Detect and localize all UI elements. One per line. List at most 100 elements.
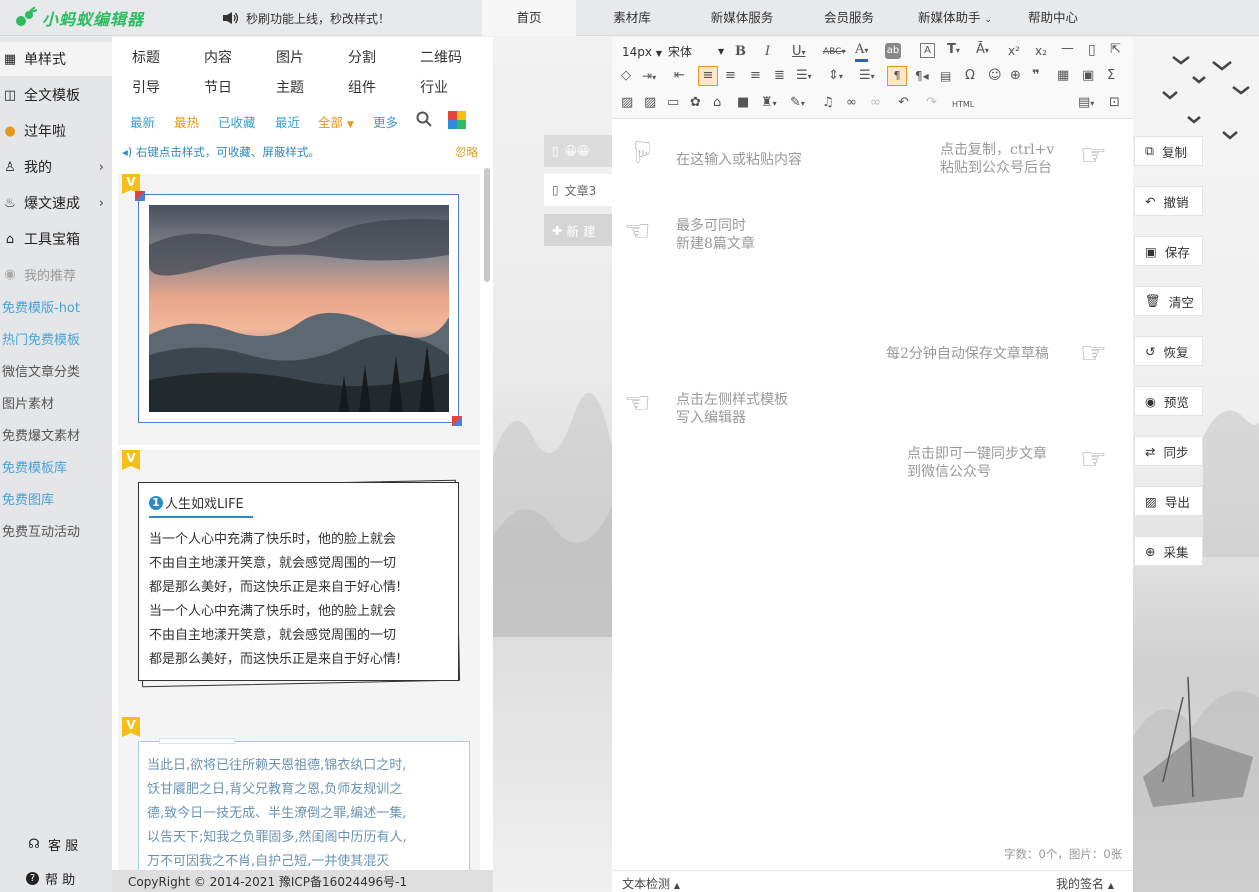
find-icon[interactable]: ⊕ (1010, 68, 1021, 84)
paragraph-spacing-icon[interactable]: ☰▾ (859, 68, 875, 85)
sidebar-item-single-style[interactable]: ▦ 单样式 (0, 42, 112, 76)
paste-icon[interactable]: ▣ (1082, 68, 1094, 84)
filter-hottest[interactable]: 最热 (174, 112, 199, 131)
nav-tab-materials[interactable]: 素材库 (576, 0, 688, 36)
strikethrough-icon[interactable]: ABC▾ (823, 44, 845, 60)
horizontal-rule-icon[interactable]: — (1061, 41, 1074, 57)
preview-button[interactable]: ◉ 预览 (1134, 386, 1203, 416)
font-family-select[interactable]: 宋体 ▼ (668, 44, 728, 60)
collect-button[interactable]: ⊕ 采集 (1134, 536, 1203, 566)
sum-icon[interactable]: Σ (1107, 68, 1115, 84)
category-component[interactable]: 组件 (348, 77, 376, 97)
indent-icon[interactable]: ⇥▾ (642, 68, 656, 86)
undo-button[interactable]: ↶ 撤销 (1134, 186, 1203, 216)
export-button[interactable]: ▨ 导出 (1134, 486, 1203, 516)
format-painter-icon[interactable]: ▤ (940, 68, 951, 84)
align-justify-icon[interactable]: ≣ (774, 68, 785, 84)
filter-recent[interactable]: 最近 (275, 112, 300, 131)
sidebar-link-article-category[interactable]: 微信文章分类 (2, 361, 80, 380)
table-icon[interactable]: ▦ (1057, 68, 1069, 84)
text-box-icon[interactable]: A (920, 43, 935, 58)
align-center-icon[interactable]: ≡ (725, 68, 736, 84)
quote-icon[interactable]: ❞ (1032, 68, 1040, 84)
rtl-icon[interactable]: ¶◂ (915, 68, 929, 84)
filter-more[interactable]: 更多 (373, 112, 398, 131)
help-button[interactable]: ? 帮 助 (24, 861, 104, 892)
sidebar-link-free-template-lib[interactable]: 免费模板库 (2, 457, 67, 476)
filter-all[interactable]: 全部 ▼ (318, 112, 354, 131)
subscript-icon[interactable]: x₂ (1035, 43, 1047, 59)
copy-button[interactable]: ⧉ 复制 (1134, 136, 1203, 166)
music-icon[interactable]: ♫ (822, 95, 834, 111)
link-icon[interactable]: ∞ (846, 95, 857, 111)
unlink-icon[interactable]: ∞ (870, 95, 881, 111)
color-palette-icon[interactable] (448, 111, 466, 133)
category-title[interactable]: 标题 (132, 47, 160, 67)
sidebar-item-full-template[interactable]: ◫ 全文模板 (0, 78, 112, 112)
background-color-icon[interactable]: ab (885, 43, 901, 59)
preview-frame-icon[interactable]: ⊡ (1109, 95, 1120, 111)
save-button[interactable]: ▣ 保存 (1134, 236, 1203, 266)
style-card-classic[interactable]: V 当此日,欲将已往所赖天恩祖德,锦衣纨口之时, 饫甘餍肥之日,背父兄教育之恩,… (118, 717, 480, 881)
category-holiday[interactable]: 节日 (204, 77, 232, 97)
nav-tab-media-service[interactable]: 新媒体服务 (688, 0, 796, 36)
multi-image-icon[interactable]: ▨ (644, 95, 656, 111)
fullscreen-icon[interactable]: ⇱ (1110, 42, 1121, 58)
font-size-icon[interactable]: T▾ (947, 42, 960, 59)
list-icon[interactable]: ☰▾ (796, 68, 812, 85)
category-industry[interactable]: 行业 (420, 77, 448, 97)
clear-button[interactable]: 🗑 清空 (1134, 286, 1203, 316)
nav-tab-membership[interactable]: 会员服务 (796, 0, 902, 36)
font-size-select[interactable]: 14px ▼ (622, 44, 662, 62)
sidebar-item-viral[interactable]: ♨ 爆文速成 › (0, 186, 112, 220)
search-icon[interactable] (416, 111, 432, 131)
logo[interactable]: 小蚂蚁编辑器 (14, 6, 144, 30)
omega-icon[interactable]: Ω (965, 68, 975, 84)
filter-favorited[interactable]: 已收藏 (218, 112, 256, 131)
category-guide[interactable]: 引导 (132, 77, 160, 97)
insert-icon[interactable]: ♜▾ (761, 95, 777, 112)
sidebar-link-free-gallery[interactable]: 免费图库 (2, 489, 54, 508)
text-check-button[interactable]: 文本检测 ▲ (622, 875, 680, 892)
doc-tab-1[interactable]: ▯ 😀😀 (544, 135, 612, 167)
category-theme[interactable]: 主题 (276, 77, 304, 97)
html-source-icon[interactable]: HTML (952, 97, 974, 113)
panel-scrollbar[interactable] (484, 168, 490, 282)
italic-icon[interactable]: I (765, 44, 770, 60)
eraser-icon[interactable]: ◇ (621, 68, 631, 84)
restore-button[interactable]: ↺ 恢复 (1134, 336, 1203, 366)
page-icon[interactable]: ▯ (1088, 42, 1096, 58)
nav-tab-help[interactable]: 帮助中心 (1008, 0, 1098, 36)
superscript-icon[interactable]: x² (1008, 43, 1020, 59)
underline-icon[interactable]: U▾ (792, 44, 806, 61)
category-image[interactable]: 图片 (276, 47, 304, 67)
sidebar-link-free-template-hot[interactable]: 免费模版-hot (2, 297, 80, 316)
filter-latest[interactable]: 最新 (130, 112, 155, 131)
map-icon[interactable]: ⌂ (713, 95, 721, 111)
customer-service-button[interactable]: ☊ 客 服 (24, 827, 104, 861)
new-document-button[interactable]: ✚ 新 建 (544, 214, 612, 246)
image-icon[interactable]: ▨ (621, 95, 633, 111)
doc-tab-2[interactable]: ▯ 文章3 (544, 174, 612, 206)
gallery-icon[interactable]: ▭ (667, 95, 679, 111)
letter-spacing-icon[interactable]: Ā▾ (976, 42, 989, 59)
style-card-life[interactable]: V 1 人生如戏LIFE 当一个人心中充满了快乐时，他的脸上就会 不由自主地漾开… (118, 450, 480, 744)
ltr-icon[interactable]: ¶ (887, 66, 907, 86)
sidebar-item-new-year[interactable]: ● 过年啦 (0, 114, 112, 148)
category-content[interactable]: 内容 (204, 47, 232, 67)
emoji-icon[interactable]: ☺ (988, 68, 1002, 84)
sidebar-link-image-material[interactable]: 图片素材 (2, 393, 54, 412)
align-left-icon[interactable]: ≡ (698, 66, 718, 86)
sidebar-item-mine[interactable]: ♙ 我的 › (0, 150, 112, 184)
video-icon[interactable]: ■ (737, 95, 749, 111)
sidebar-link-free-viral[interactable]: 免费爆文素材 (2, 425, 80, 444)
sidebar-link-free-activity[interactable]: 免费互动活动 (2, 521, 80, 540)
ignore-button[interactable]: 忽略 (455, 144, 478, 160)
nav-tab-media-assistant[interactable]: 新媒体助手 ⌄ (902, 0, 1008, 36)
bold-icon[interactable]: B (735, 44, 746, 60)
outdent-icon[interactable]: ⇤ (674, 68, 685, 84)
sidebar-item-toolbox[interactable]: ⌂ 工具宝箱 (0, 222, 112, 256)
category-qrcode[interactable]: 二维码 (420, 47, 462, 67)
scrawl-icon[interactable]: ✿ (690, 95, 701, 111)
redo-icon[interactable]: ↷ (926, 95, 937, 111)
